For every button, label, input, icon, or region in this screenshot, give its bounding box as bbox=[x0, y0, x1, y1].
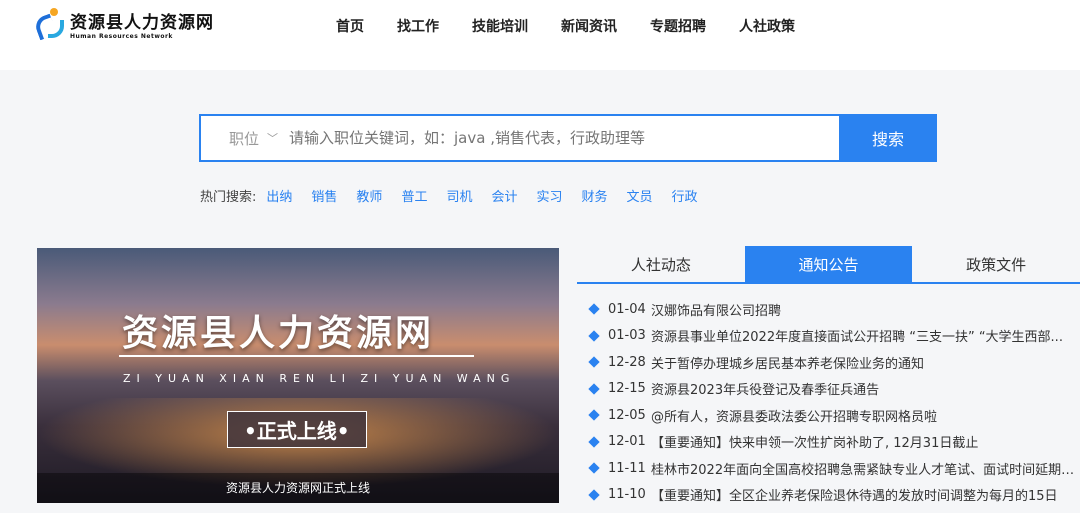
nav-news[interactable]: 新闻资讯 bbox=[561, 16, 617, 36]
hot-searches: 热门搜索: 出纳 销售 教师 普工 司机 会计 实习 财务 文员 行政 bbox=[200, 186, 717, 205]
diamond-bullet-icon bbox=[588, 462, 600, 474]
logo-icon bbox=[32, 8, 66, 41]
nav-policy[interactable]: 人社政策 bbox=[739, 16, 795, 36]
search-category-select[interactable]: 职位 ﹀ bbox=[201, 116, 289, 160]
news-tabs: 人社动态 通知公告 政策文件 bbox=[577, 246, 1080, 284]
banner-divider bbox=[119, 355, 474, 357]
hot-link[interactable]: 会计 bbox=[491, 186, 517, 205]
news-title[interactable]: 资源县2023年兵役登记及春季征兵通告 bbox=[651, 379, 879, 398]
hot-link[interactable]: 实习 bbox=[536, 186, 562, 205]
banner-title: 资源县人力资源网 bbox=[122, 313, 435, 354]
news-item[interactable]: 01-03 资源县事业单位2022年度直接面试公开招聘 “三支一扶” “大学生西部… bbox=[588, 323, 1080, 350]
nav-find-job[interactable]: 找工作 bbox=[397, 16, 439, 36]
news-title[interactable]: 【重要通知】全区企业养老保险退休待遇的发放时间调整为每月的15日 bbox=[651, 485, 1058, 504]
tab-policy-docs[interactable]: 政策文件 bbox=[912, 246, 1080, 282]
nav-special-recruit[interactable]: 专题招聘 bbox=[650, 16, 706, 36]
news-date: 11-11 bbox=[608, 460, 646, 476]
hot-link[interactable]: 销售 bbox=[311, 186, 337, 205]
hot-link[interactable]: 文员 bbox=[627, 186, 653, 205]
news-item[interactable]: 12-01 【重要通知】快来申领一次性扩岗补助了, 12月31日截止 bbox=[588, 429, 1080, 456]
news-item[interactable]: 11-10 【重要通知】全区企业养老保险退休待遇的发放时间调整为每月的15日 bbox=[588, 482, 1080, 509]
diamond-bullet-icon bbox=[588, 409, 600, 421]
news-date: 12-05 bbox=[608, 407, 646, 423]
nav-home[interactable]: 首页 bbox=[336, 16, 364, 36]
news-title[interactable]: 资源县事业单位2022年度直接面试公开招聘 “三支一扶” “大学生西部... bbox=[651, 326, 1063, 345]
diamond-bullet-icon bbox=[588, 436, 600, 448]
news-item[interactable]: 11-11 桂林市2022年面向全国高校招聘急需紧缺专业人才笔试、面试时间延期公.… bbox=[588, 455, 1080, 482]
news-title[interactable]: 汉娜饰品有限公司招聘 bbox=[651, 300, 781, 319]
news-item[interactable]: 12-28 关于暂停办理城乡居民基本养老保险业务的通知 bbox=[588, 349, 1080, 376]
news-item[interactable]: 12-05 @所有人，资源县委政法委公开招聘专职网格员啦 bbox=[588, 402, 1080, 429]
news-item[interactable]: 01-04 汉娜饰品有限公司招聘 bbox=[588, 296, 1080, 323]
news-title[interactable]: 关于暂停办理城乡居民基本养老保险业务的通知 bbox=[651, 353, 924, 372]
logo[interactable]: 资源县人力资源网 Human Resources Network bbox=[32, 8, 214, 41]
header: 资源县人力资源网 Human Resources Network 首页 找工作 … bbox=[0, 0, 1080, 70]
banner-tag: •正式上线• bbox=[227, 411, 367, 448]
news-list: 01-04 汉娜饰品有限公司招聘 01-03 资源县事业单位2022年度直接面试公开招… bbox=[588, 296, 1080, 509]
banner-caption[interactable]: 资源县人力资源网正式上线 bbox=[37, 473, 559, 503]
search-input[interactable] bbox=[289, 116, 839, 160]
diamond-bullet-icon bbox=[588, 303, 600, 315]
select-value: 职位 bbox=[229, 129, 260, 148]
news-date: 11-10 bbox=[608, 487, 646, 503]
news-date: 12-01 bbox=[608, 434, 646, 450]
diamond-bullet-icon bbox=[588, 356, 600, 368]
news-item[interactable]: 12-15 资源县2023年兵役登记及春季征兵通告 bbox=[588, 376, 1080, 403]
nav-training[interactable]: 技能培训 bbox=[472, 16, 528, 36]
news-title[interactable]: 桂林市2022年面向全国高校招聘急需紧缺专业人才笔试、面试时间延期公... bbox=[651, 459, 1080, 478]
banner-slide[interactable]: 资源县人力资源网 ZI YUAN XIAN REN LI ZI YUAN WAN… bbox=[37, 248, 559, 503]
banner-pinyin: ZI YUAN XIAN REN LI ZI YUAN WANG bbox=[123, 372, 516, 385]
hot-link[interactable]: 财务 bbox=[582, 186, 608, 205]
logo-title: 资源县人力资源网 bbox=[70, 13, 214, 33]
search-bar: 职位 ﹀ 搜索 bbox=[199, 114, 937, 162]
news-title[interactable]: @所有人，资源县委政法委公开招聘专职网格员啦 bbox=[651, 406, 937, 425]
hot-link[interactable]: 出纳 bbox=[266, 186, 292, 205]
tab-hr-news[interactable]: 人社动态 bbox=[577, 246, 745, 282]
diamond-bullet-icon bbox=[588, 330, 600, 342]
news-date: 12-28 bbox=[608, 354, 646, 370]
hot-link[interactable]: 司机 bbox=[446, 186, 472, 205]
logo-subtitle: Human Resources Network bbox=[70, 33, 173, 40]
news-date: 12-15 bbox=[608, 381, 646, 397]
news-date: 01-04 bbox=[608, 301, 646, 317]
main-nav: 首页 找工作 技能培训 新闻资讯 专题招聘 人社政策 bbox=[336, 16, 795, 36]
hot-link[interactable]: 普工 bbox=[401, 186, 427, 205]
search-button[interactable]: 搜索 bbox=[839, 114, 937, 162]
diamond-bullet-icon bbox=[588, 383, 600, 395]
hot-link[interactable]: 行政 bbox=[672, 186, 698, 205]
news-title[interactable]: 【重要通知】快来申领一次性扩岗补助了, 12月31日截止 bbox=[651, 432, 978, 451]
news-date: 01-03 bbox=[608, 328, 646, 344]
hot-link[interactable]: 教师 bbox=[356, 186, 382, 205]
tab-notices[interactable]: 通知公告 bbox=[744, 246, 913, 282]
chevron-down-icon: ﹀ bbox=[267, 132, 279, 145]
hot-label: 热门搜索: bbox=[200, 190, 257, 205]
diamond-bullet-icon bbox=[588, 489, 600, 501]
